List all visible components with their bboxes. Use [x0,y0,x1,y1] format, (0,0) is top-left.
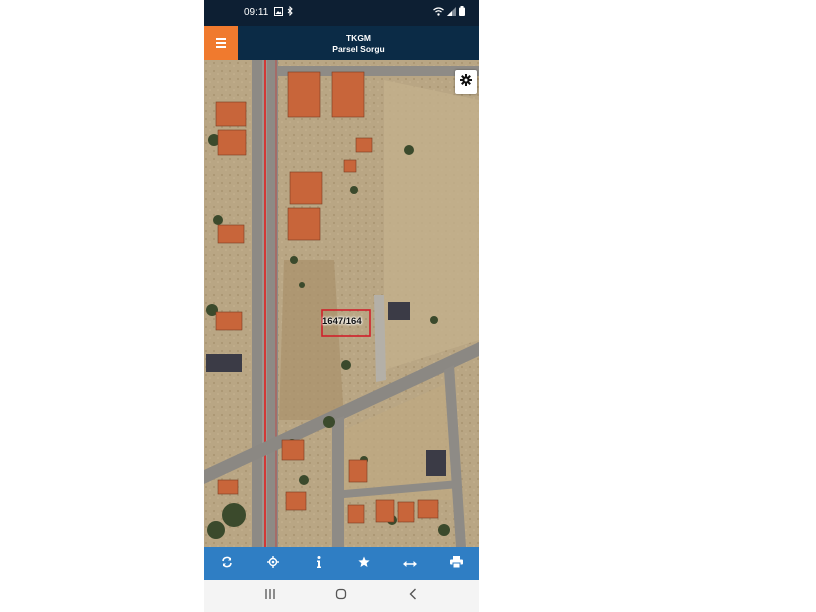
system-nav-bar [204,580,479,612]
refresh-icon [221,555,233,573]
map-toolbar [204,547,479,580]
app-title-block: TKGM Parsel Sorgu [238,26,479,60]
favorites-button[interactable] [349,549,379,579]
phone-screen: 09:11 TKGM Parsel Sorgu 1647/164 [204,0,479,612]
refresh-button[interactable] [212,549,242,579]
back-button[interactable] [398,584,428,608]
home-icon [335,587,347,605]
print-button[interactable] [441,549,471,579]
gear-icon [460,73,472,91]
status-time: 09:11 [244,7,269,18]
star-icon [358,555,370,573]
menu-icon [216,36,226,50]
menu-button[interactable] [204,26,238,60]
satellite-map[interactable]: 1647/164 [204,60,479,547]
status-bar: 09:11 [204,0,479,26]
bluetooth-icon [287,5,294,19]
measure-icon [403,555,418,573]
signal-icon [447,6,456,19]
recents-button[interactable] [255,584,285,608]
battery-icon [459,6,465,19]
print-icon [449,555,463,573]
locate-icon [266,555,279,573]
locate-button[interactable] [258,549,288,579]
home-button[interactable] [326,584,356,608]
wifi-icon [433,6,444,19]
map-settings-button[interactable] [455,70,477,94]
back-icon [409,587,417,605]
info-icon [316,555,322,573]
measure-button[interactable] [395,549,425,579]
app-subtitle: Parsel Sorgu [332,44,385,54]
recents-icon [264,587,276,605]
info-button[interactable] [304,549,334,579]
app-title: TKGM [345,33,372,43]
map-imagery [204,60,479,547]
app-bar: TKGM Parsel Sorgu [204,26,479,60]
gallery-icon [274,6,283,19]
parcel-label[interactable]: 1647/164 [322,316,362,327]
